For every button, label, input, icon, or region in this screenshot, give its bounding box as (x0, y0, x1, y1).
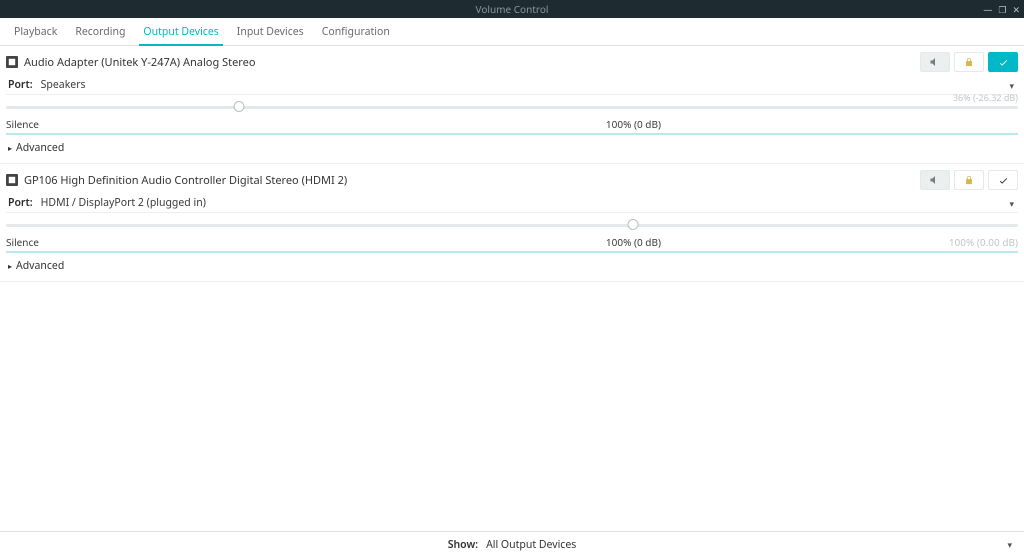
triangle-right-icon: ▸ (8, 143, 12, 154)
sound-card-icon (6, 56, 18, 68)
max-scale-label: 100% (0.00 dB) (949, 235, 1018, 249)
zero-db-label: 100% (0 dB) (606, 117, 661, 131)
port-row: Port: HDMI / DisplayPort 2 (plugged in) … (6, 190, 1018, 213)
slider-track (6, 224, 1018, 227)
slider-thumb[interactable] (233, 101, 244, 112)
device-header: GP106 High Definition Audio Controller D… (6, 170, 1018, 190)
minimize-icon[interactable]: — (983, 3, 992, 16)
mute-button[interactable] (920, 170, 950, 190)
chevron-down-icon[interactable]: ▾ (1003, 538, 1016, 551)
close-icon[interactable]: ✕ (1012, 3, 1020, 16)
volume-slider[interactable] (6, 219, 1018, 233)
advanced-expander[interactable]: ▸ Advanced (6, 137, 1018, 159)
lock-channels-button[interactable] (954, 170, 984, 190)
tab-output-devices[interactable]: Output Devices (139, 22, 222, 46)
tab-recording[interactable]: Recording (71, 22, 129, 45)
tab-input-devices[interactable]: Input Devices (233, 22, 308, 45)
slider-track (6, 106, 1018, 109)
show-select[interactable]: All Output Devices (486, 538, 576, 552)
mute-button[interactable] (920, 52, 950, 72)
slider-value-label: 36% (-26.32 dB) (953, 91, 1018, 104)
window-controls: — ❐ ✕ (983, 0, 1020, 18)
show-label: Show: (448, 538, 478, 552)
sound-card-icon (6, 174, 18, 186)
volume-slider[interactable]: 36% (-26.32 dB) (6, 101, 1018, 115)
port-label: Port: (8, 78, 33, 92)
chevron-down-icon[interactable]: ▾ (1005, 79, 1018, 92)
tab-bar: Playback Recording Output Devices Input … (0, 18, 1024, 46)
footer-bar: Show: All Output Devices ▾ (0, 531, 1024, 557)
zero-db-label: 100% (0 dB) (606, 235, 661, 249)
window-title: Volume Control (476, 2, 549, 16)
port-label: Port: (8, 196, 33, 210)
device-list: Audio Adapter (Unitek Y-247A) Analog Ste… (0, 46, 1024, 531)
port-select[interactable]: Speakers (41, 78, 1006, 92)
chevron-down-icon[interactable]: ▾ (1005, 197, 1018, 210)
set-default-button[interactable] (988, 170, 1018, 190)
port-row: Port: Speakers ▾ (6, 72, 1018, 95)
advanced-label: Advanced (16, 141, 64, 155)
device-header: Audio Adapter (Unitek Y-247A) Analog Ste… (6, 52, 1018, 72)
output-device: GP106 High Definition Audio Controller D… (0, 164, 1024, 282)
tab-configuration[interactable]: Configuration (318, 22, 394, 45)
device-name: Audio Adapter (Unitek Y-247A) Analog Ste… (24, 55, 914, 70)
device-buttons (920, 170, 1018, 190)
device-name: GP106 High Definition Audio Controller D… (24, 173, 914, 188)
silence-label: Silence (6, 235, 39, 249)
advanced-expander[interactable]: ▸ Advanced (6, 255, 1018, 277)
volume-scale: Silence 100% (0 dB) (6, 117, 1018, 135)
silence-label: Silence (6, 117, 39, 131)
volume-scale: Silence 100% (0 dB) 100% (0.00 dB) (6, 235, 1018, 253)
titlebar: Volume Control — ❐ ✕ (0, 0, 1024, 18)
port-select[interactable]: HDMI / DisplayPort 2 (plugged in) (41, 196, 1006, 210)
slider-thumb[interactable] (628, 219, 639, 230)
output-device: Audio Adapter (Unitek Y-247A) Analog Ste… (0, 46, 1024, 164)
tab-playback[interactable]: Playback (10, 22, 61, 45)
set-default-button[interactable] (988, 52, 1018, 72)
lock-channels-button[interactable] (954, 52, 984, 72)
device-buttons (920, 52, 1018, 72)
advanced-label: Advanced (16, 259, 64, 273)
triangle-right-icon: ▸ (8, 261, 12, 272)
maximize-icon[interactable]: ❐ (998, 3, 1006, 16)
